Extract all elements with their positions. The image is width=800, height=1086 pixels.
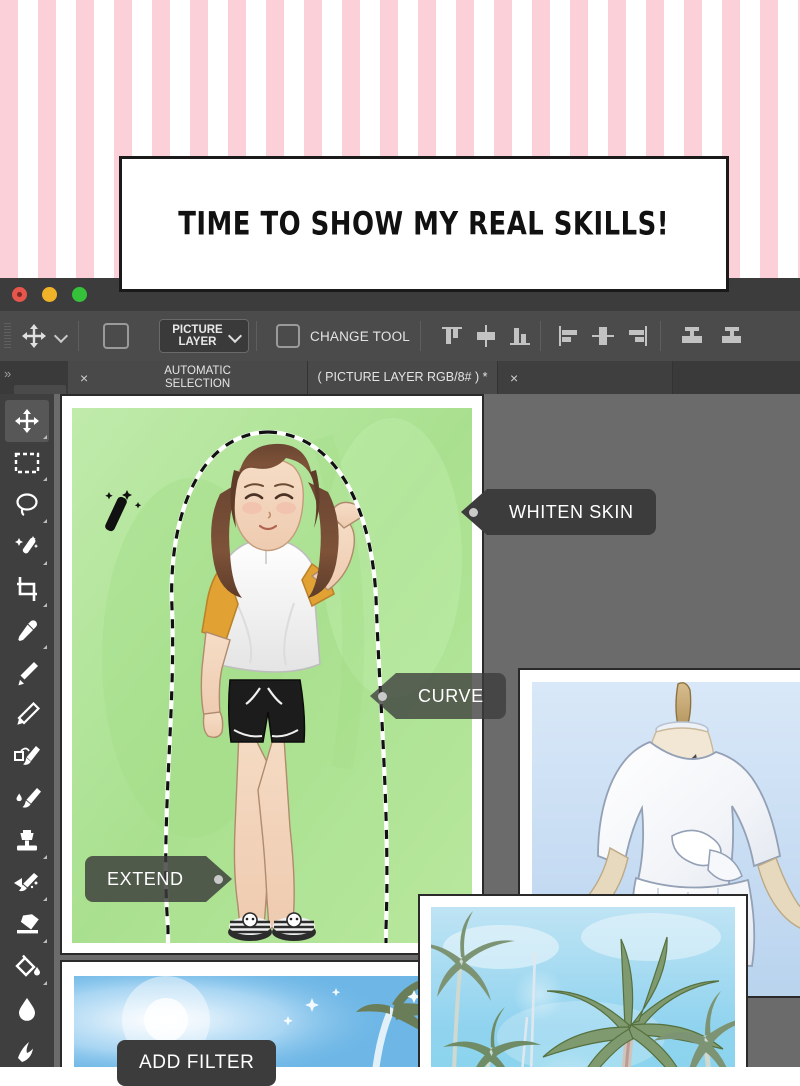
tools-palette bbox=[0, 394, 55, 1067]
history-brush-tool[interactable] bbox=[5, 862, 49, 904]
options-divider-5 bbox=[660, 321, 661, 351]
tool-preset-chevron-down-icon[interactable] bbox=[56, 330, 68, 342]
align-top-edges-icon[interactable] bbox=[439, 323, 465, 349]
tool-submenu-indicator bbox=[43, 939, 47, 943]
canvas-work-area[interactable] bbox=[54, 394, 800, 1067]
panel-expand-chevron-icon[interactable]: » bbox=[4, 366, 11, 381]
healing-brush-tool[interactable] bbox=[5, 652, 49, 694]
blur-tool[interactable] bbox=[5, 988, 49, 1030]
move-tool-icon[interactable] bbox=[21, 323, 47, 349]
tool-submenu-indicator bbox=[43, 897, 47, 901]
layer-type-value-line1: PICTURE bbox=[172, 324, 222, 336]
tag-label: ADD FILTER bbox=[139, 1052, 254, 1074]
tab-label: ( PICTURE LAYER RGB/8# ) * bbox=[308, 371, 497, 384]
tool-submenu-indicator bbox=[43, 603, 47, 607]
layer-type-select[interactable]: PICTURE LAYER bbox=[159, 319, 249, 353]
callout-tag-extend[interactable]: EXTEND bbox=[85, 856, 232, 902]
palm-trees-illustration bbox=[431, 907, 735, 1067]
eyedropper-tool[interactable] bbox=[5, 610, 49, 652]
tag-dot bbox=[378, 692, 387, 701]
tool-submenu-indicator bbox=[43, 435, 47, 439]
align-bottom-edges-icon[interactable] bbox=[507, 323, 533, 349]
tool-submenu-indicator bbox=[43, 855, 47, 859]
align-vertical-centers-icon[interactable] bbox=[473, 323, 499, 349]
tag-dot bbox=[469, 508, 478, 517]
tab-automatic-selection[interactable]: × AUTOMATIC SELECTION bbox=[68, 361, 308, 394]
dodge-tool[interactable] bbox=[5, 1030, 49, 1067]
eraser-tool[interactable] bbox=[5, 904, 49, 946]
callout-tag-whiten-skin[interactable]: WHITEN SKIN bbox=[461, 489, 656, 535]
minimize-window-button[interactable] bbox=[42, 287, 57, 302]
distribute-vertical-centers-icon[interactable] bbox=[715, 323, 741, 349]
palm-trees-canvas[interactable] bbox=[431, 907, 735, 1067]
tag-dot bbox=[214, 875, 223, 884]
tag-body: ADD FILTER bbox=[117, 1040, 276, 1086]
distribute-top-edges-icon[interactable] bbox=[679, 323, 705, 349]
paint-bucket-tool[interactable] bbox=[5, 946, 49, 988]
tag-label: WHITEN SKIN bbox=[509, 502, 634, 523]
tag-body: CURVE bbox=[396, 673, 506, 719]
options-divider-4 bbox=[540, 321, 541, 351]
tag-arrow-right-icon bbox=[206, 856, 232, 902]
layer-type-value-line2: LAYER bbox=[179, 336, 217, 348]
tab-empty[interactable]: × bbox=[498, 361, 673, 394]
caption-text: TIME TO SHOW MY REAL SKILLS! bbox=[179, 206, 670, 243]
align-right-edges-icon[interactable] bbox=[624, 323, 650, 349]
tool-submenu-indicator bbox=[43, 477, 47, 481]
maximize-window-button[interactable] bbox=[72, 287, 87, 302]
callout-tag-curve[interactable]: CURVE bbox=[370, 673, 506, 719]
options-divider-2 bbox=[256, 321, 257, 351]
change-tool-label: CHANGE TOOL bbox=[310, 329, 410, 344]
auto-select-toggle-button[interactable] bbox=[103, 323, 129, 349]
tool-submenu-indicator bbox=[43, 645, 47, 649]
options-divider-3 bbox=[420, 321, 421, 351]
crop-tool[interactable] bbox=[5, 568, 49, 610]
tab-close-icon[interactable]: × bbox=[80, 370, 88, 386]
tag-arrow-left-icon bbox=[370, 673, 396, 719]
document-tab-bar: » × AUTOMATIC SELECTION ( PICTURE LAYER … bbox=[0, 361, 800, 394]
tag-label: EXTEND bbox=[107, 869, 184, 890]
callout-tag-add-filter[interactable]: ADD FILTER bbox=[117, 1040, 276, 1086]
lasso-tool[interactable] bbox=[5, 484, 49, 526]
change-tool-checkbox[interactable] bbox=[276, 324, 300, 348]
mixer-brush-tool[interactable] bbox=[5, 778, 49, 820]
stamp-pattern-brush-tool[interactable] bbox=[5, 736, 49, 778]
rectangular-marquee-tool[interactable] bbox=[5, 442, 49, 484]
layer-type-value: PICTURE LAYER bbox=[167, 324, 228, 348]
tab-label-line2: SELECTION bbox=[165, 378, 230, 390]
tag-label: CURVE bbox=[418, 686, 484, 707]
tool-submenu-indicator bbox=[43, 981, 47, 985]
options-bar-grip[interactable] bbox=[4, 323, 11, 349]
palm-trees-document[interactable] bbox=[418, 894, 748, 1067]
tab-close-icon[interactable]: × bbox=[510, 370, 518, 386]
options-bar: PICTURE LAYER CHANGE TOOL bbox=[0, 311, 800, 362]
caption-box: TIME TO SHOW MY REAL SKILLS! bbox=[119, 156, 729, 292]
tab-picture-layer[interactable]: ( PICTURE LAYER RGB/8# ) * bbox=[308, 361, 498, 394]
align-horizontal-centers-icon[interactable] bbox=[590, 323, 616, 349]
clone-stamp-tool[interactable] bbox=[5, 820, 49, 862]
magic-wand-tool[interactable] bbox=[5, 526, 49, 568]
pencil-tool[interactable] bbox=[5, 694, 49, 736]
layer-select-chevron-down-icon[interactable] bbox=[230, 330, 242, 342]
move-tool[interactable] bbox=[5, 400, 49, 442]
tool-submenu-indicator bbox=[43, 561, 47, 565]
tool-submenu-indicator bbox=[43, 519, 47, 523]
options-divider-1 bbox=[78, 321, 79, 351]
align-left-edges-icon[interactable] bbox=[556, 323, 582, 349]
tag-arrow-left-icon bbox=[461, 489, 487, 535]
tab-label: AUTOMATIC SELECTION bbox=[88, 365, 307, 390]
close-window-button[interactable] bbox=[12, 287, 27, 302]
tag-body: WHITEN SKIN bbox=[487, 489, 656, 535]
tab-label-line1: AUTOMATIC bbox=[164, 365, 231, 377]
tag-body: EXTEND bbox=[85, 856, 206, 902]
